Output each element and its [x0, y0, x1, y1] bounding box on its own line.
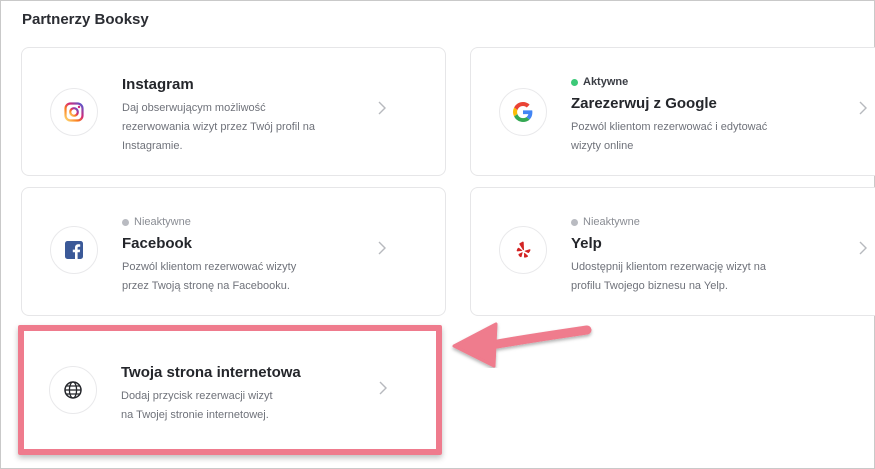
card-description: Daj obserwującym możliwość rezerwowania …	[122, 99, 367, 156]
card-title: Zarezerwuj z Google	[571, 95, 717, 112]
desc-line: Udostępnij klientom rezerwację wizyt na	[571, 261, 767, 273]
status-dot	[571, 78, 578, 86]
status-badge: Nieaktywne	[571, 215, 801, 229]
chevron-right-icon	[378, 101, 386, 115]
partner-card-website[interactable]: Twoja strona internetowa Dodaj przycisk …	[21, 327, 446, 455]
card-text: Aktywne Zarezerwuj z Google Pozwól klien…	[571, 75, 801, 156]
annotation-arrow	[452, 322, 592, 368]
chevron-right-icon	[378, 241, 386, 255]
partner-card-google[interactable]: Aktywne Zarezerwuj z Google Pozwól klien…	[470, 47, 875, 176]
chevron-right-icon	[859, 101, 867, 115]
desc-line: profilu Twojego biznesu na Yelp.	[571, 280, 728, 292]
card-text: Twoja strona internetowa Dodaj przycisk …	[121, 364, 366, 425]
status-badge: Nieaktywne	[122, 215, 367, 229]
partner-card-instagram[interactable]: Instagram Daj obserwującym możliwość rez…	[21, 47, 446, 176]
desc-line: wizyty online	[571, 140, 634, 152]
status-label: Nieaktywne	[134, 216, 191, 228]
card-description: Pozwól klientom rezerwować i edytować wi…	[571, 118, 801, 156]
globe-icon	[49, 366, 97, 414]
status-label: Nieaktywne	[583, 216, 640, 228]
status-badge: Aktywne	[571, 75, 801, 89]
status-dot	[571, 218, 578, 226]
card-title: Instagram	[122, 76, 194, 93]
chevron-right-icon	[859, 241, 867, 255]
desc-line: Daj obserwującym możliwość	[122, 102, 266, 114]
card-description: Pozwól klientom rezerwować wizyty przez …	[122, 258, 367, 296]
yelp-icon	[499, 226, 547, 274]
partner-card-yelp[interactable]: Nieaktywne Yelp Udostępnij klientom reze…	[470, 187, 875, 316]
google-icon	[499, 88, 547, 136]
desc-line: Instagramie.	[122, 140, 183, 152]
section-title: Partnerzy Booksy	[22, 11, 149, 28]
desc-line: przez Twoją stronę na Facebooku.	[122, 280, 290, 292]
card-title: Twoja strona internetowa	[121, 364, 301, 381]
card-text: Nieaktywne Yelp Udostępnij klientom reze…	[571, 215, 801, 296]
status-dot	[122, 218, 129, 226]
card-text: Nieaktywne Facebook Pozwól klientom reze…	[122, 215, 367, 296]
desc-line: Dodaj przycisk rezerwacji wizyt	[121, 390, 273, 402]
card-description: Dodaj przycisk rezerwacji wizyt na Twoje…	[121, 387, 366, 425]
card-title: Facebook	[122, 235, 193, 252]
desc-line: rezerwowania wizyt przez Twój profil na	[122, 121, 315, 133]
card-text: Instagram Daj obserwującym możliwość rez…	[122, 76, 367, 156]
facebook-icon	[50, 226, 98, 274]
partner-card-facebook[interactable]: Nieaktywne Facebook Pozwól klientom reze…	[21, 187, 446, 316]
status-label: Aktywne	[583, 76, 629, 88]
desc-line: Pozwól klientom rezerwować wizyty	[122, 261, 297, 273]
card-title: Yelp	[571, 235, 602, 252]
desc-line: na Twojej stronie internetowej.	[121, 409, 269, 421]
desc-line: Pozwól klientom rezerwować i edytować	[571, 121, 768, 133]
chevron-right-icon	[379, 381, 387, 395]
instagram-icon	[50, 88, 98, 136]
card-description: Udostępnij klientom rezerwację wizyt na …	[571, 258, 801, 296]
